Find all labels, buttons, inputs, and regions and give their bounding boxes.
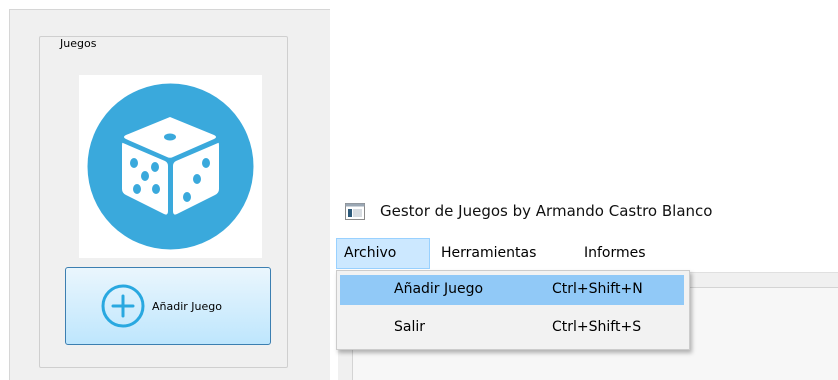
menubar: Archivo Herramientas Informes xyxy=(336,238,838,270)
dice-image xyxy=(79,75,262,258)
menu-herramientas[interactable]: Herramientas xyxy=(434,238,543,269)
menu-item-label: Salir xyxy=(394,319,426,335)
menu-item-label: Añadir Juego xyxy=(394,281,484,297)
games-group-title: Juegos xyxy=(57,37,100,51)
archivo-dropdown-menu: Añadir Juego Ctrl+Shift+N Salir Ctrl+Shi… xyxy=(336,270,690,350)
window-title-bar: Gestor de Juegos by Armando Castro Blanc… xyxy=(345,198,835,224)
plus-circle-icon xyxy=(101,284,145,328)
menu-informes[interactable]: Informes xyxy=(577,238,653,269)
menu-item-add-game[interactable]: Añadir Juego Ctrl+Shift+N xyxy=(340,275,684,305)
menu-item-shortcut: Ctrl+Shift+S xyxy=(552,319,642,335)
menu-archivo[interactable]: Archivo xyxy=(336,238,430,269)
app-window-icon xyxy=(345,203,365,220)
window-title: Gestor de Juegos by Armando Castro Blanc… xyxy=(380,202,713,220)
dice-icon xyxy=(87,83,254,250)
menu-item-shortcut: Ctrl+Shift+N xyxy=(552,281,643,297)
menu-item-exit[interactable]: Salir Ctrl+Shift+S xyxy=(340,313,684,343)
add-game-button[interactable]: Añadir Juego xyxy=(65,267,271,345)
add-game-button-label: Añadir Juego xyxy=(152,300,222,313)
